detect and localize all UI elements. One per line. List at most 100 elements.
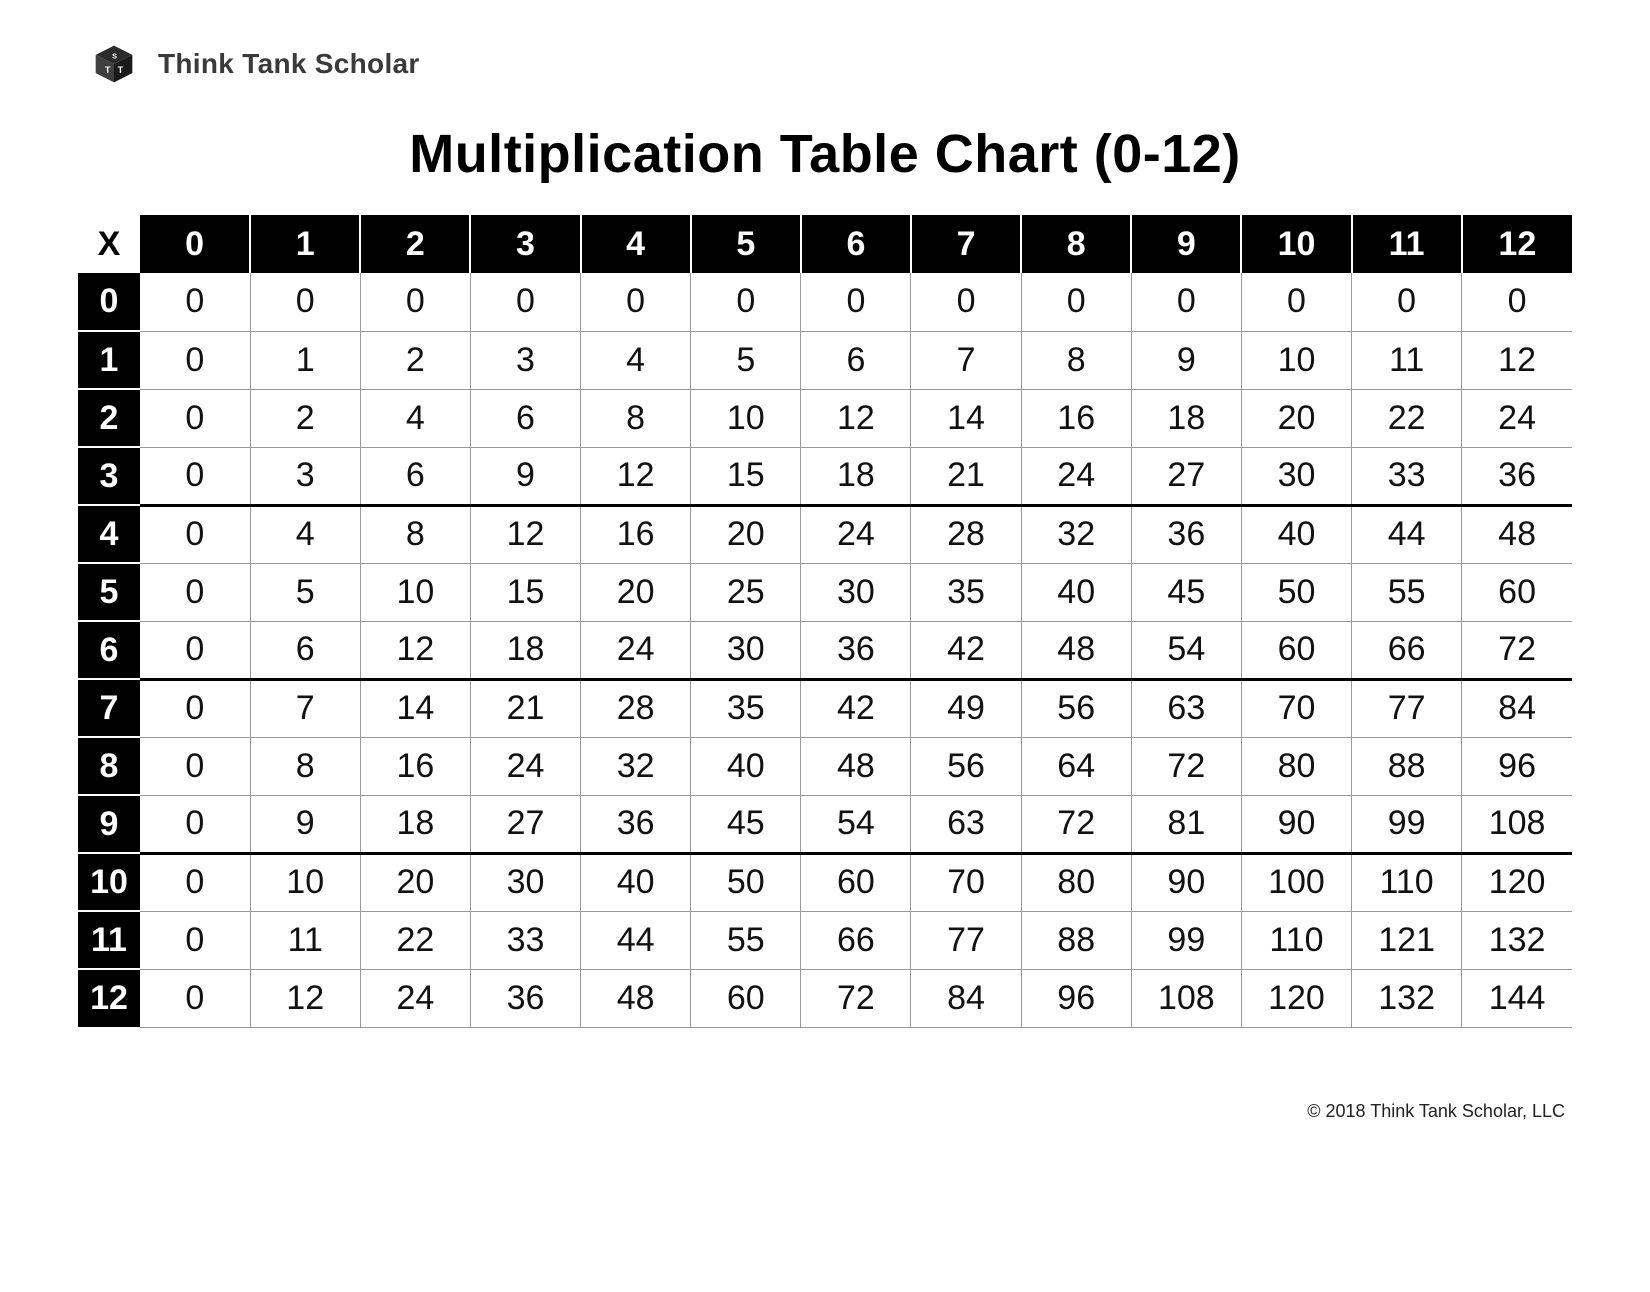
table-cell: 10 [250,853,360,911]
table-cell: 2 [360,331,470,389]
table-row: 6061218243036424854606672 [78,621,1572,679]
row-header: 9 [78,795,140,853]
row-header: 12 [78,969,140,1027]
table-cell: 88 [1021,911,1131,969]
table-cell: 70 [1241,679,1351,737]
multiplication-table-wrap: X0123456789101112 0000000000000010123456… [78,215,1572,1028]
table-cell: 36 [801,621,911,679]
table-cell: 28 [911,505,1021,563]
table-cell: 9 [250,795,360,853]
table-cell: 64 [1021,737,1131,795]
table-cell: 0 [801,273,911,331]
table-cell: 40 [581,853,691,911]
table-cell: 22 [360,911,470,969]
table-cell: 20 [1241,389,1351,447]
row-header: 6 [78,621,140,679]
row-header: 4 [78,505,140,563]
table-cell: 0 [250,273,360,331]
table-cell: 24 [470,737,580,795]
table-cell: 35 [911,563,1021,621]
table-cell: 72 [1021,795,1131,853]
table-cell: 9 [1131,331,1241,389]
table-cell: 54 [801,795,911,853]
table-cell: 12 [801,389,911,447]
table-cell: 24 [801,505,911,563]
table-cell: 12 [470,505,580,563]
table-cell: 0 [1462,273,1572,331]
table-cell: 0 [140,331,250,389]
table-cell: 20 [360,853,470,911]
table-cell: 27 [470,795,580,853]
table-cell: 44 [581,911,691,969]
table-cell: 48 [801,737,911,795]
table-cell: 30 [691,621,801,679]
column-header: 2 [360,215,470,273]
table-cell: 0 [470,273,580,331]
table-cell: 99 [1352,795,1462,853]
table-cell: 0 [691,273,801,331]
table-cell: 0 [140,389,250,447]
table-cell: 80 [1021,853,1131,911]
row-header: 5 [78,563,140,621]
table-row: 404812162024283236404448 [78,505,1572,563]
column-header: 5 [691,215,801,273]
table-cell: 6 [360,447,470,505]
table-cell: 55 [691,911,801,969]
table-cell: 132 [1462,911,1572,969]
table-cell: 72 [1462,621,1572,679]
table-cell: 24 [1021,447,1131,505]
table-cell: 0 [140,447,250,505]
table-cell: 8 [360,505,470,563]
table-cell: 48 [1462,505,1572,563]
table-cell: 1 [250,331,360,389]
column-header: 8 [1021,215,1131,273]
table-row: 2024681012141618202224 [78,389,1572,447]
table-cell: 36 [470,969,580,1027]
corner-cell: X [78,215,140,273]
column-header: 6 [801,215,911,273]
brand-name: Think Tank Scholar [158,48,420,80]
table-cell: 0 [1021,273,1131,331]
table-cell: 10 [360,563,470,621]
table-cell: 0 [140,795,250,853]
table-cell: 5 [691,331,801,389]
table-cell: 60 [1462,563,1572,621]
table-cell: 16 [1021,389,1131,447]
svg-text:S: S [112,52,117,61]
table-cell: 11 [1352,331,1462,389]
row-header: 10 [78,853,140,911]
table-cell: 0 [140,911,250,969]
table-cell: 0 [140,563,250,621]
table-row: 5051015202530354045505560 [78,563,1572,621]
table-cell: 72 [801,969,911,1027]
table-cell: 88 [1352,737,1462,795]
table-cell: 40 [1021,563,1131,621]
table-row: 30369121518212427303336 [78,447,1572,505]
table-cell: 77 [911,911,1021,969]
table-cell: 0 [911,273,1021,331]
table-cell: 18 [470,621,580,679]
table-cell: 60 [691,969,801,1027]
table-cell: 48 [1021,621,1131,679]
table-cell: 120 [1462,853,1572,911]
table-cell: 0 [1131,273,1241,331]
row-header: 3 [78,447,140,505]
table-cell: 70 [911,853,1021,911]
table-cell: 15 [470,563,580,621]
table-cell: 36 [1131,505,1241,563]
table-row: 10123456789101112 [78,331,1572,389]
table-cell: 42 [801,679,911,737]
table-cell: 21 [911,447,1021,505]
row-header: 8 [78,737,140,795]
table-cell: 110 [1352,853,1462,911]
table-row: 00000000000000 [78,273,1572,331]
table-row: 7071421283542495663707784 [78,679,1572,737]
table-cell: 40 [691,737,801,795]
table-cell: 72 [1131,737,1241,795]
table-cell: 96 [1021,969,1131,1027]
table-cell: 12 [250,969,360,1027]
table-cell: 12 [581,447,691,505]
column-header: 10 [1241,215,1351,273]
table-cell: 54 [1131,621,1241,679]
table-cell: 42 [911,621,1021,679]
